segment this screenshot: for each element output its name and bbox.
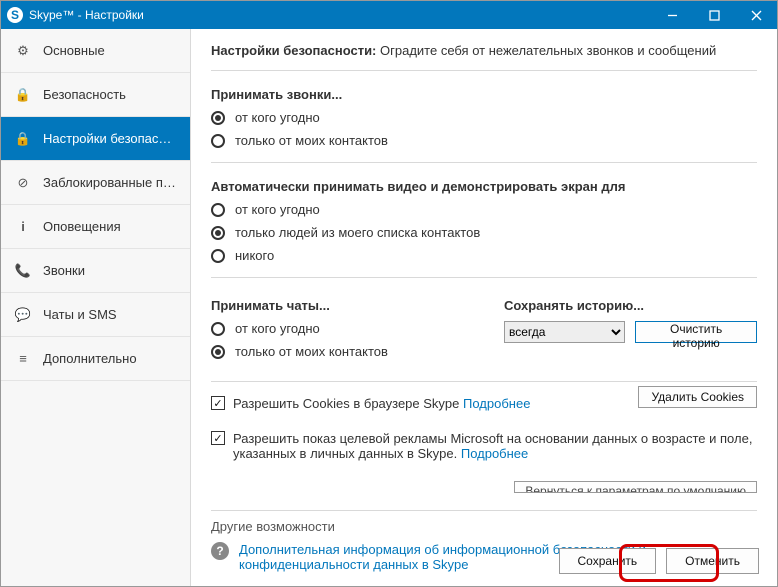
more-icon: ≡ — [15, 351, 31, 367]
divider — [211, 277, 757, 278]
radio-label: от кого угодно — [235, 321, 320, 336]
sidebar-item-label: Дополнительно — [43, 351, 137, 366]
radio-icon — [211, 134, 225, 148]
radio-video-nobody[interactable]: никого — [211, 248, 757, 263]
radio-video-contacts[interactable]: только людей из моего списка контактов — [211, 225, 757, 240]
divider — [211, 381, 757, 382]
footer-buttons: Сохранить Отменить — [559, 540, 777, 586]
radio-chats-anyone[interactable]: от кого угодно — [211, 321, 464, 336]
sidebar-item-label: Чаты и SMS — [43, 307, 117, 322]
radio-icon — [211, 322, 225, 336]
maximize-button[interactable] — [693, 1, 735, 29]
section-accept-calls: Принимать звонки... — [211, 87, 757, 102]
delete-cookies-button[interactable]: Удалить Cookies — [638, 386, 757, 408]
blocked-icon: ⊘ — [15, 175, 31, 191]
divider — [211, 162, 757, 163]
radio-icon — [211, 249, 225, 263]
chat-icon: 💬 — [15, 307, 31, 323]
checkbox-label: Разрешить Cookies в браузере Skype Подро… — [233, 396, 530, 411]
skype-logo-icon: S — [7, 7, 23, 23]
sidebar-item-blocked[interactable]: ⊘ Заблокированные по... — [1, 161, 190, 205]
checkbox-allow-ads[interactable]: Разрешить показ целевой рекламы Microsof… — [211, 431, 757, 461]
radio-video-anyone[interactable]: от кого угодно — [211, 202, 757, 217]
section-accept-chats: Принимать чаты... — [211, 298, 464, 313]
sidebar-item-calls[interactable]: 📞 Звонки — [1, 249, 190, 293]
radio-label: от кого угодно — [235, 202, 320, 217]
checkbox-icon — [211, 396, 225, 410]
content-panel: Настройки безопасности: Оградите себя от… — [191, 29, 777, 586]
radio-icon — [211, 111, 225, 125]
radio-label: от кого угодно — [235, 110, 320, 125]
other-options-title: Другие возможности — [211, 519, 757, 534]
sidebar-item-label: Заблокированные по... — [43, 175, 176, 190]
clear-history-button[interactable]: Очистить историю — [635, 321, 757, 343]
radio-chats-contacts[interactable]: только от моих контактов — [211, 344, 464, 359]
window-title: Skype™ - Настройки — [29, 8, 651, 22]
history-select[interactable]: всегда — [504, 321, 625, 343]
sidebar-item-general[interactable]: ⚙ Основные — [1, 29, 190, 73]
sidebar-item-label: Настройки безопасно... — [43, 131, 176, 146]
section-history: Сохранять историю... — [504, 298, 757, 313]
radio-label: только людей из моего списка контактов — [235, 225, 480, 240]
phone-icon: 📞 — [15, 263, 31, 279]
checkbox-label: Разрешить показ целевой рекламы Microsof… — [233, 431, 757, 461]
sidebar-item-label: Звонки — [43, 263, 85, 278]
checkbox-allow-cookies[interactable]: Разрешить Cookies в браузере Skype Подро… — [211, 396, 638, 411]
sidebar-item-security-settings[interactable]: 🔒 Настройки безопасно... — [1, 117, 190, 161]
sidebar-item-label: Оповещения — [43, 219, 121, 234]
radio-icon — [211, 226, 225, 240]
save-button[interactable]: Сохранить — [559, 548, 657, 574]
titlebar: S Skype™ - Настройки — [1, 1, 777, 29]
sidebar-item-security[interactable]: 🔒 Безопасность — [1, 73, 190, 117]
divider — [211, 510, 757, 511]
reset-defaults-button[interactable]: Вернуться к параметрам по умолчанию — [514, 481, 757, 493]
lock-icon: 🔒 — [15, 87, 31, 103]
sidebar-item-notifications[interactable]: i Оповещения — [1, 205, 190, 249]
radio-label: только от моих контактов — [235, 344, 388, 359]
minimize-button[interactable] — [651, 1, 693, 29]
cancel-button[interactable]: Отменить — [666, 548, 759, 574]
sidebar-item-label: Безопасность — [43, 87, 126, 102]
cookies-more-link[interactable]: Подробнее — [463, 396, 530, 411]
sidebar-item-advanced[interactable]: ≡ Дополнительно — [1, 337, 190, 381]
radio-icon — [211, 203, 225, 217]
radio-calls-contacts[interactable]: только от моих контактов — [211, 133, 757, 148]
close-button[interactable] — [735, 1, 777, 29]
radio-calls-anyone[interactable]: от кого угодно — [211, 110, 757, 125]
lock-icon: 🔒 — [15, 131, 31, 147]
gear-icon: ⚙ — [15, 43, 31, 59]
sidebar: ⚙ Основные 🔒 Безопасность 🔒 Настройки бе… — [1, 29, 191, 586]
info-icon: i — [15, 219, 31, 235]
page-title: Настройки безопасности: Оградите себя от… — [211, 43, 757, 71]
sidebar-item-label: Основные — [43, 43, 105, 58]
question-icon: ? — [211, 542, 229, 560]
radio-label: никого — [235, 248, 274, 263]
radio-label: только от моих контактов — [235, 133, 388, 148]
radio-icon — [211, 345, 225, 359]
ads-more-link[interactable]: Подробнее — [461, 446, 528, 461]
sidebar-item-chats[interactable]: 💬 Чаты и SMS — [1, 293, 190, 337]
section-accept-video: Автоматически принимать видео и демонстр… — [211, 179, 757, 194]
checkbox-icon — [211, 431, 225, 445]
